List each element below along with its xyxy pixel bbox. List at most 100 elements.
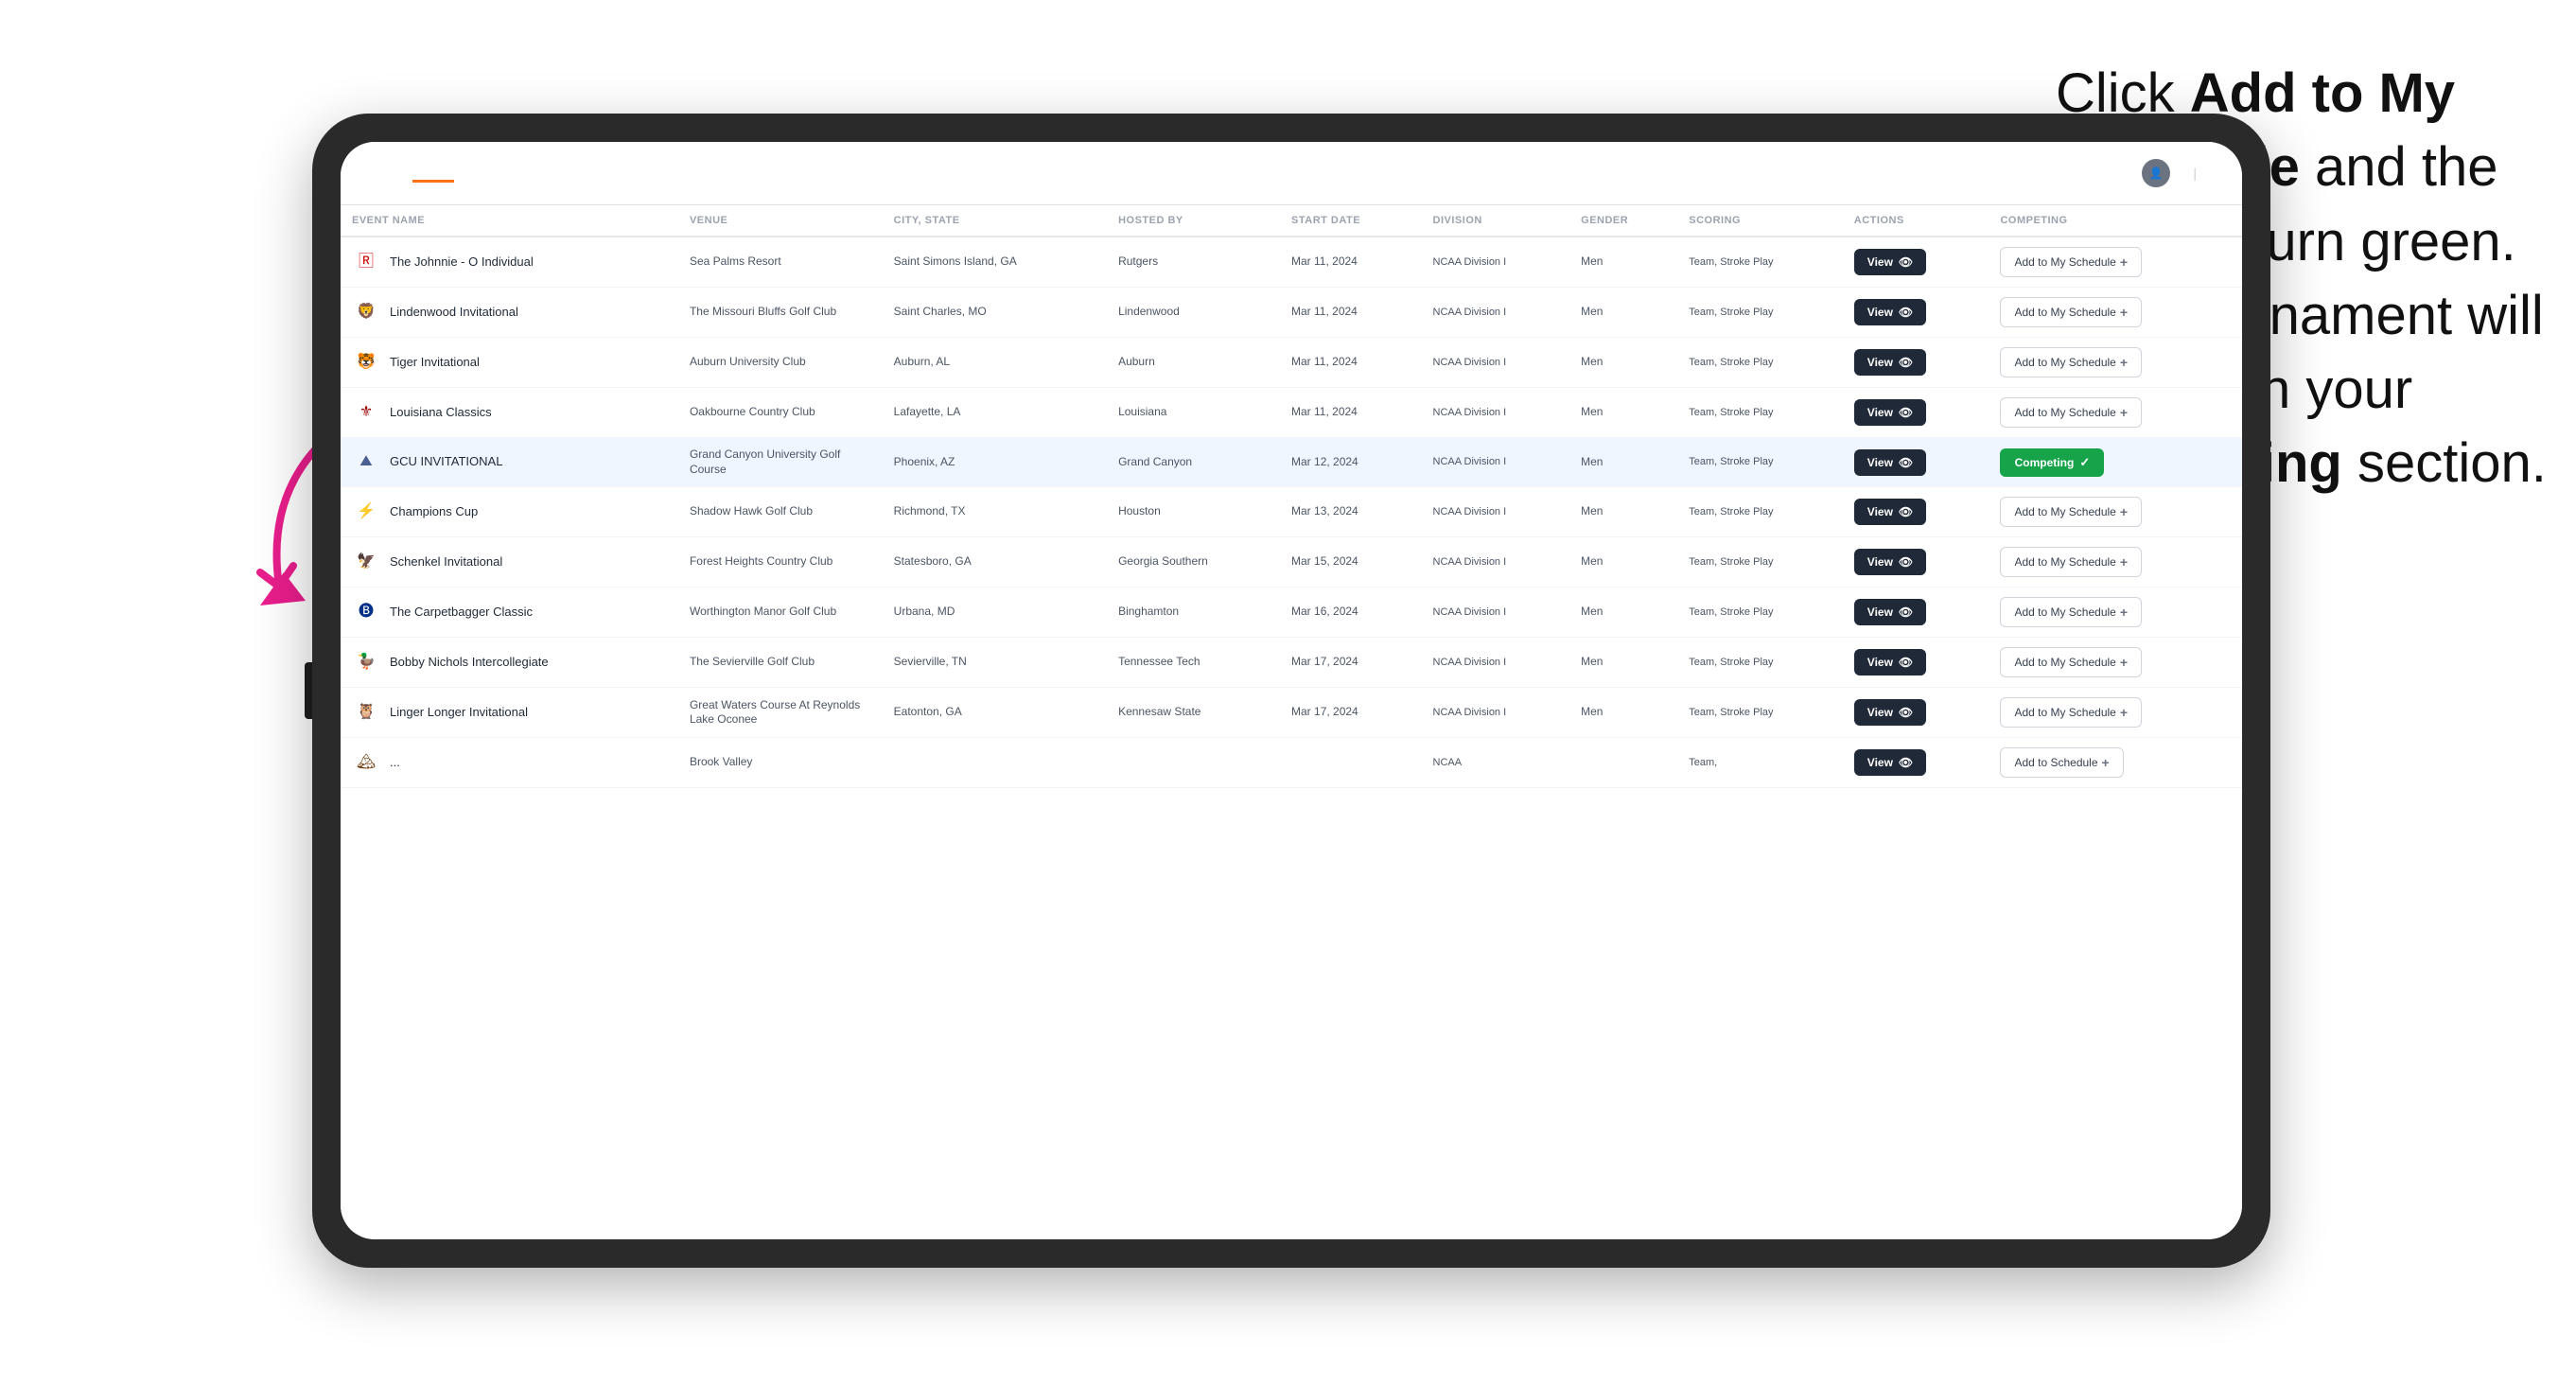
scoring-cell: Team, [1677,738,1843,788]
venue-cell: Great Waters Course At Reynolds Lake Oco… [678,688,883,738]
venue-cell: Grand Canyon University Golf Course [678,438,883,487]
gender-cell: Men [1569,588,1677,638]
view-button[interactable]: View 👁 [1854,299,1926,325]
competing-button[interactable]: Competing ✓ [2000,448,2104,477]
add-to-schedule-button[interactable]: Add to My Schedule + [2000,497,2142,527]
city-state-cell: Lafayette, LA [883,388,1107,438]
plus-icon: + [2120,355,2128,370]
add-to-schedule-button[interactable]: Add to My Schedule + [2000,597,2142,627]
hosted-by-cell: Lindenwood [1107,288,1280,338]
view-button[interactable]: View 👁 [1854,399,1926,426]
view-button[interactable]: View 👁 [1854,749,1926,776]
table-row: 🅁 The Johnnie - O Individual Sea Palms R… [341,237,2242,288]
event-name-cell: 🏔 ... [341,738,678,788]
col-start-date: START DATE [1280,205,1422,237]
hosted-by-cell: Grand Canyon [1107,438,1280,487]
team-logo: 🦆 [352,648,380,676]
view-button[interactable]: View 👁 [1854,699,1926,726]
actions-cell: View 👁 [1843,288,1989,338]
plus-icon: + [2120,605,2128,620]
start-date-cell: Mar 11, 2024 [1280,338,1422,388]
scoring-cell: Team, Stroke Play [1677,588,1843,638]
city-state-cell: Eatonton, GA [883,688,1107,738]
scoring-cell: Team, Stroke Play [1677,438,1843,487]
team-logo: ⛰ [352,448,380,477]
actions-cell: View 👁 [1843,537,1989,588]
event-name-cell: ⚜ Louisiana Classics [341,388,678,438]
competing-cell: Competing ✓ [1989,438,2242,487]
hosted-by-cell: Auburn [1107,338,1280,388]
scoring-cell: Team, Stroke Play [1677,338,1843,388]
tournaments-table: EVENT NAME VENUE CITY, STATE HOSTED BY S… [341,205,2242,788]
add-to-schedule-button[interactable]: Add to Schedule + [2000,747,2123,778]
competing-cell: Add to My Schedule + [1989,388,2242,438]
plus-icon: + [2102,755,2110,770]
view-button[interactable]: View 👁 [1854,649,1926,675]
event-name-cell: 🦉 Linger Longer Invitational [341,688,678,738]
event-name-cell: 🅑 The Carpetbagger Classic [341,588,678,638]
nav-bar: 👤 | [341,142,2242,205]
team-logo: 🦁 [352,298,380,326]
add-to-schedule-button[interactable]: Add to My Schedule + [2000,647,2142,677]
plus-icon: + [2120,705,2128,720]
division-cell: NCAA [1422,738,1570,788]
venue-cell: Oakbourne Country Club [678,388,883,438]
scoring-cell: Team, Stroke Play [1677,487,1843,537]
start-date-cell [1280,738,1422,788]
view-button[interactable]: View 👁 [1854,499,1926,525]
eye-icon: 👁 [1899,555,1913,569]
event-name-cell: 🦆 Bobby Nichols Intercollegiate [341,638,678,688]
nav-tabs [412,165,496,183]
table-row: ⛰ GCU INVITATIONAL Grand Canyon Universi… [341,438,2242,487]
col-division: DIVISION [1422,205,1570,237]
city-state-cell: Richmond, TX [883,487,1107,537]
tab-teams[interactable] [454,165,496,183]
division-cell: NCAA Division I [1422,688,1570,738]
city-state-cell: Statesboro, GA [883,537,1107,588]
add-schedule-label: Add to My Schedule [2014,706,2115,719]
add-to-schedule-button[interactable]: Add to My Schedule + [2000,347,2142,377]
venue-cell: Brook Valley [678,738,883,788]
eye-icon: 👁 [1899,605,1913,619]
gender-cell: Men [1569,288,1677,338]
tablet-frame: 👤 | EVENT NAME VENUE CITY, STATE HOSTED … [312,114,2270,1268]
event-name: Louisiana Classics [390,405,492,421]
scoring-cell: Team, Stroke Play [1677,537,1843,588]
view-button[interactable]: View 👁 [1854,449,1926,476]
table-row: 🐯 Tiger Invitational Auburn University C… [341,338,2242,388]
venue-cell: Sea Palms Resort [678,237,883,288]
col-gender: GENDER [1569,205,1677,237]
competing-cell: Add to My Schedule + [1989,237,2242,288]
eye-icon: 👁 [1899,756,1913,769]
start-date-cell: Mar 13, 2024 [1280,487,1422,537]
add-schedule-label: Add to My Schedule [2014,605,2115,619]
eye-icon: 👁 [1899,505,1913,518]
tablet-screen: 👤 | EVENT NAME VENUE CITY, STATE HOSTED … [341,142,2242,1239]
add-schedule-label: Add to Schedule [2014,756,2097,769]
event-name: The Carpetbagger Classic [390,605,533,621]
add-to-schedule-button[interactable]: Add to My Schedule + [2000,547,2142,577]
hosted-by-cell: Tennessee Tech [1107,638,1280,688]
add-to-schedule-button[interactable]: Add to My Schedule + [2000,397,2142,428]
add-to-schedule-button[interactable]: Add to My Schedule + [2000,697,2142,728]
view-button[interactable]: View 👁 [1854,249,1926,275]
eye-icon: 👁 [1899,255,1913,269]
city-state-cell: Auburn, AL [883,338,1107,388]
view-button[interactable]: View 👁 [1854,599,1926,625]
team-logo: 🅑 [352,598,380,626]
tab-tournaments[interactable] [412,165,454,183]
team-logo: 🦅 [352,548,380,576]
table-row: ⚡ Champions Cup Shadow Hawk Golf ClubRic… [341,487,2242,537]
hosted-by-cell: Houston [1107,487,1280,537]
view-button[interactable]: View 👁 [1854,349,1926,376]
add-to-schedule-button[interactable]: Add to My Schedule + [2000,297,2142,327]
view-button[interactable]: View 👁 [1854,549,1926,575]
col-city-state: CITY, STATE [883,205,1107,237]
event-name: Lindenwood Invitational [390,305,518,321]
user-avatar: 👤 [2142,159,2170,187]
add-schedule-label: Add to My Schedule [2014,656,2115,669]
actions-cell: View 👁 [1843,487,1989,537]
eye-icon: 👁 [1899,656,1913,669]
add-to-schedule-button[interactable]: Add to My Schedule + [2000,247,2142,277]
hosted-by-cell: Rutgers [1107,237,1280,288]
